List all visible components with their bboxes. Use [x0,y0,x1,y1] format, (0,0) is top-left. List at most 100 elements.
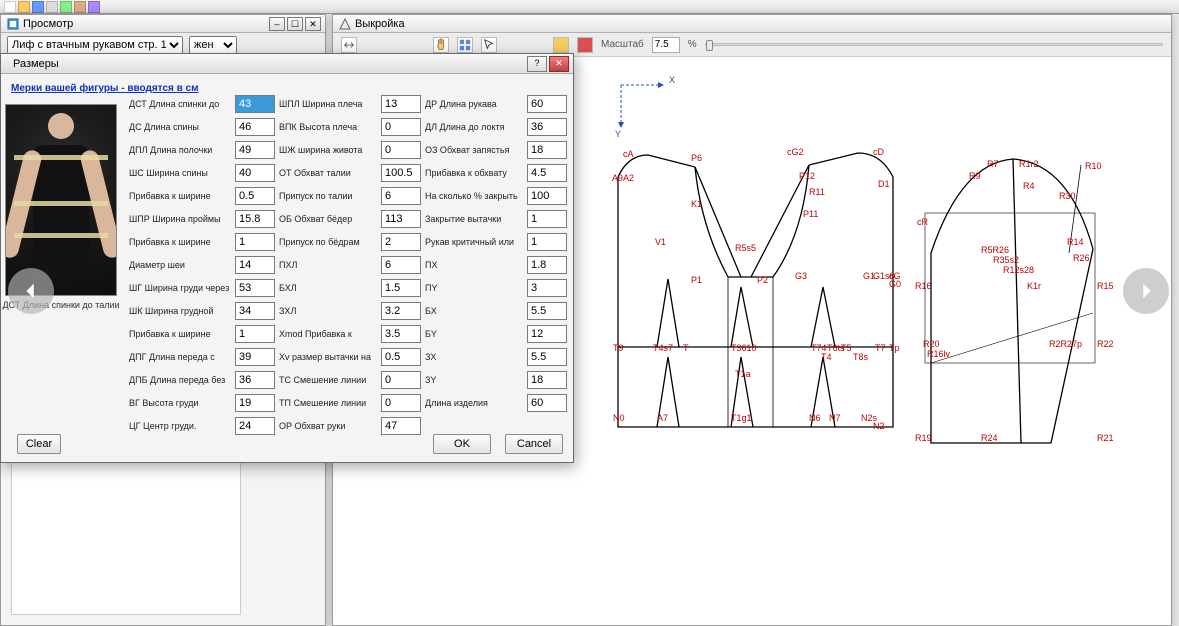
field-input[interactable] [527,348,567,366]
field-input[interactable] [527,233,567,251]
field-input[interactable] [235,95,275,113]
tb-paste-icon[interactable] [88,1,100,13]
field-input[interactable] [235,417,275,435]
field-input[interactable] [527,394,567,412]
field-label: Xv размер вытачки на [279,352,379,362]
field-row: ШС Ширина спины [129,163,275,183]
field-input[interactable] [235,256,275,274]
field-input[interactable] [381,210,421,228]
field-input[interactable] [235,394,275,412]
field-input[interactable] [235,371,275,389]
field-input[interactable] [235,118,275,136]
preview-title-bar: Просмотр – ☐ ✕ [1,15,325,33]
nav-prev-button[interactable] [8,268,54,314]
cancel-button[interactable]: Cancel [505,434,563,454]
color2-icon[interactable] [577,37,593,53]
field-input[interactable] [235,302,275,320]
field-input[interactable] [381,279,421,297]
preview-max-button[interactable]: ☐ [287,17,303,31]
sizes-help-link[interactable]: Мерки вашей фигуры - вводятся в см [11,83,199,94]
field-input[interactable] [381,187,421,205]
field-input[interactable] [235,141,275,159]
field-input[interactable] [381,325,421,343]
field-row: ПY [425,278,567,298]
toggle-arrows-icon[interactable] [341,37,357,53]
field-input[interactable] [527,256,567,274]
field-row: ДПЛ Длина полочки [129,140,275,160]
ok-button[interactable]: OK [433,434,491,454]
field-input[interactable] [235,325,275,343]
field-row: ДЛ Длина до локтя [425,117,567,137]
field-label: Прибавка к ширине [129,191,233,201]
field-row: ШПР Ширина проймы [129,209,275,229]
sizes-col-2: ШПЛ Ширина плечаВПК Высота плечаШЖ ширин… [279,94,421,436]
color1-icon[interactable] [553,37,569,53]
gender-select[interactable]: жен [189,36,237,54]
field-input[interactable] [381,164,421,182]
field-row: ШК Ширина грудной [129,301,275,321]
field-input[interactable] [381,348,421,366]
field-input[interactable] [381,118,421,136]
sizes-fields: ДСТ Длина спинки доДС Длина спиныДПЛ Дли… [129,94,567,436]
field-label: ДЛ Длина до локтя [425,122,525,132]
sizes-close-button[interactable]: ✕ [549,56,569,72]
pattern-select[interactable]: Лиф с втачным рукавом стр. 181-225 [7,36,183,54]
field-row: ЦГ Центр груди. [129,416,275,436]
field-input[interactable] [527,164,567,182]
field-input[interactable] [381,95,421,113]
field-label: Прибавка к обхвату [425,168,525,178]
tb-new-icon[interactable] [4,1,16,13]
field-label: Длина изделия [425,398,525,408]
field-input[interactable] [527,187,567,205]
field-label: ШК Ширина грудной [129,306,233,316]
field-label: ДПБ Длина переда без [129,375,233,385]
nav-next-button[interactable] [1123,268,1169,314]
sleeve-pattern [921,153,1121,453]
field-input[interactable] [527,118,567,136]
tb-cut-icon[interactable] [60,1,72,13]
tb-copy-icon[interactable] [74,1,86,13]
field-row: Припуск по бёдрам [279,232,421,252]
field-input[interactable] [235,164,275,182]
grid-tool-icon[interactable] [457,37,473,53]
field-input[interactable] [381,417,421,435]
sizes-help-button[interactable]: ? [527,56,547,72]
scale-input[interactable] [652,37,680,53]
field-input[interactable] [527,325,567,343]
field-input[interactable] [527,371,567,389]
field-input[interactable] [527,210,567,228]
field-input[interactable] [527,141,567,159]
main-toolbar [0,0,1179,14]
field-label: ПY [425,283,525,293]
field-input[interactable] [381,394,421,412]
field-input[interactable] [381,302,421,320]
field-input[interactable] [381,256,421,274]
field-row: Закрытие вытачки [425,209,567,229]
hand-tool-icon[interactable] [433,37,449,53]
field-input[interactable] [381,141,421,159]
tb-print-icon[interactable] [46,1,58,13]
field-label: ДПГ Длина переда с [129,352,233,362]
pointer-tool-icon[interactable] [481,37,497,53]
field-input[interactable] [381,233,421,251]
field-row: ЗХ [425,347,567,367]
tb-save-icon[interactable] [32,1,44,13]
field-input[interactable] [527,302,567,320]
field-input[interactable] [381,371,421,389]
tb-open-icon[interactable] [18,1,30,13]
field-row: ПХ [425,255,567,275]
clear-button[interactable]: Clear [17,434,61,454]
field-input[interactable] [527,279,567,297]
field-input[interactable] [235,348,275,366]
field-label: ШПЛ Ширина плеча [279,99,379,109]
field-input[interactable] [235,187,275,205]
field-input[interactable] [235,233,275,251]
field-label: ШГ Ширина груди через [129,283,233,293]
field-input[interactable] [235,210,275,228]
field-row: Прибавка к ширине [129,324,275,344]
preview-close-button[interactable]: ✕ [305,17,321,31]
field-input[interactable] [235,279,275,297]
preview-min-button[interactable]: – [269,17,285,31]
field-input[interactable] [527,95,567,113]
scale-slider[interactable] [705,43,1163,46]
